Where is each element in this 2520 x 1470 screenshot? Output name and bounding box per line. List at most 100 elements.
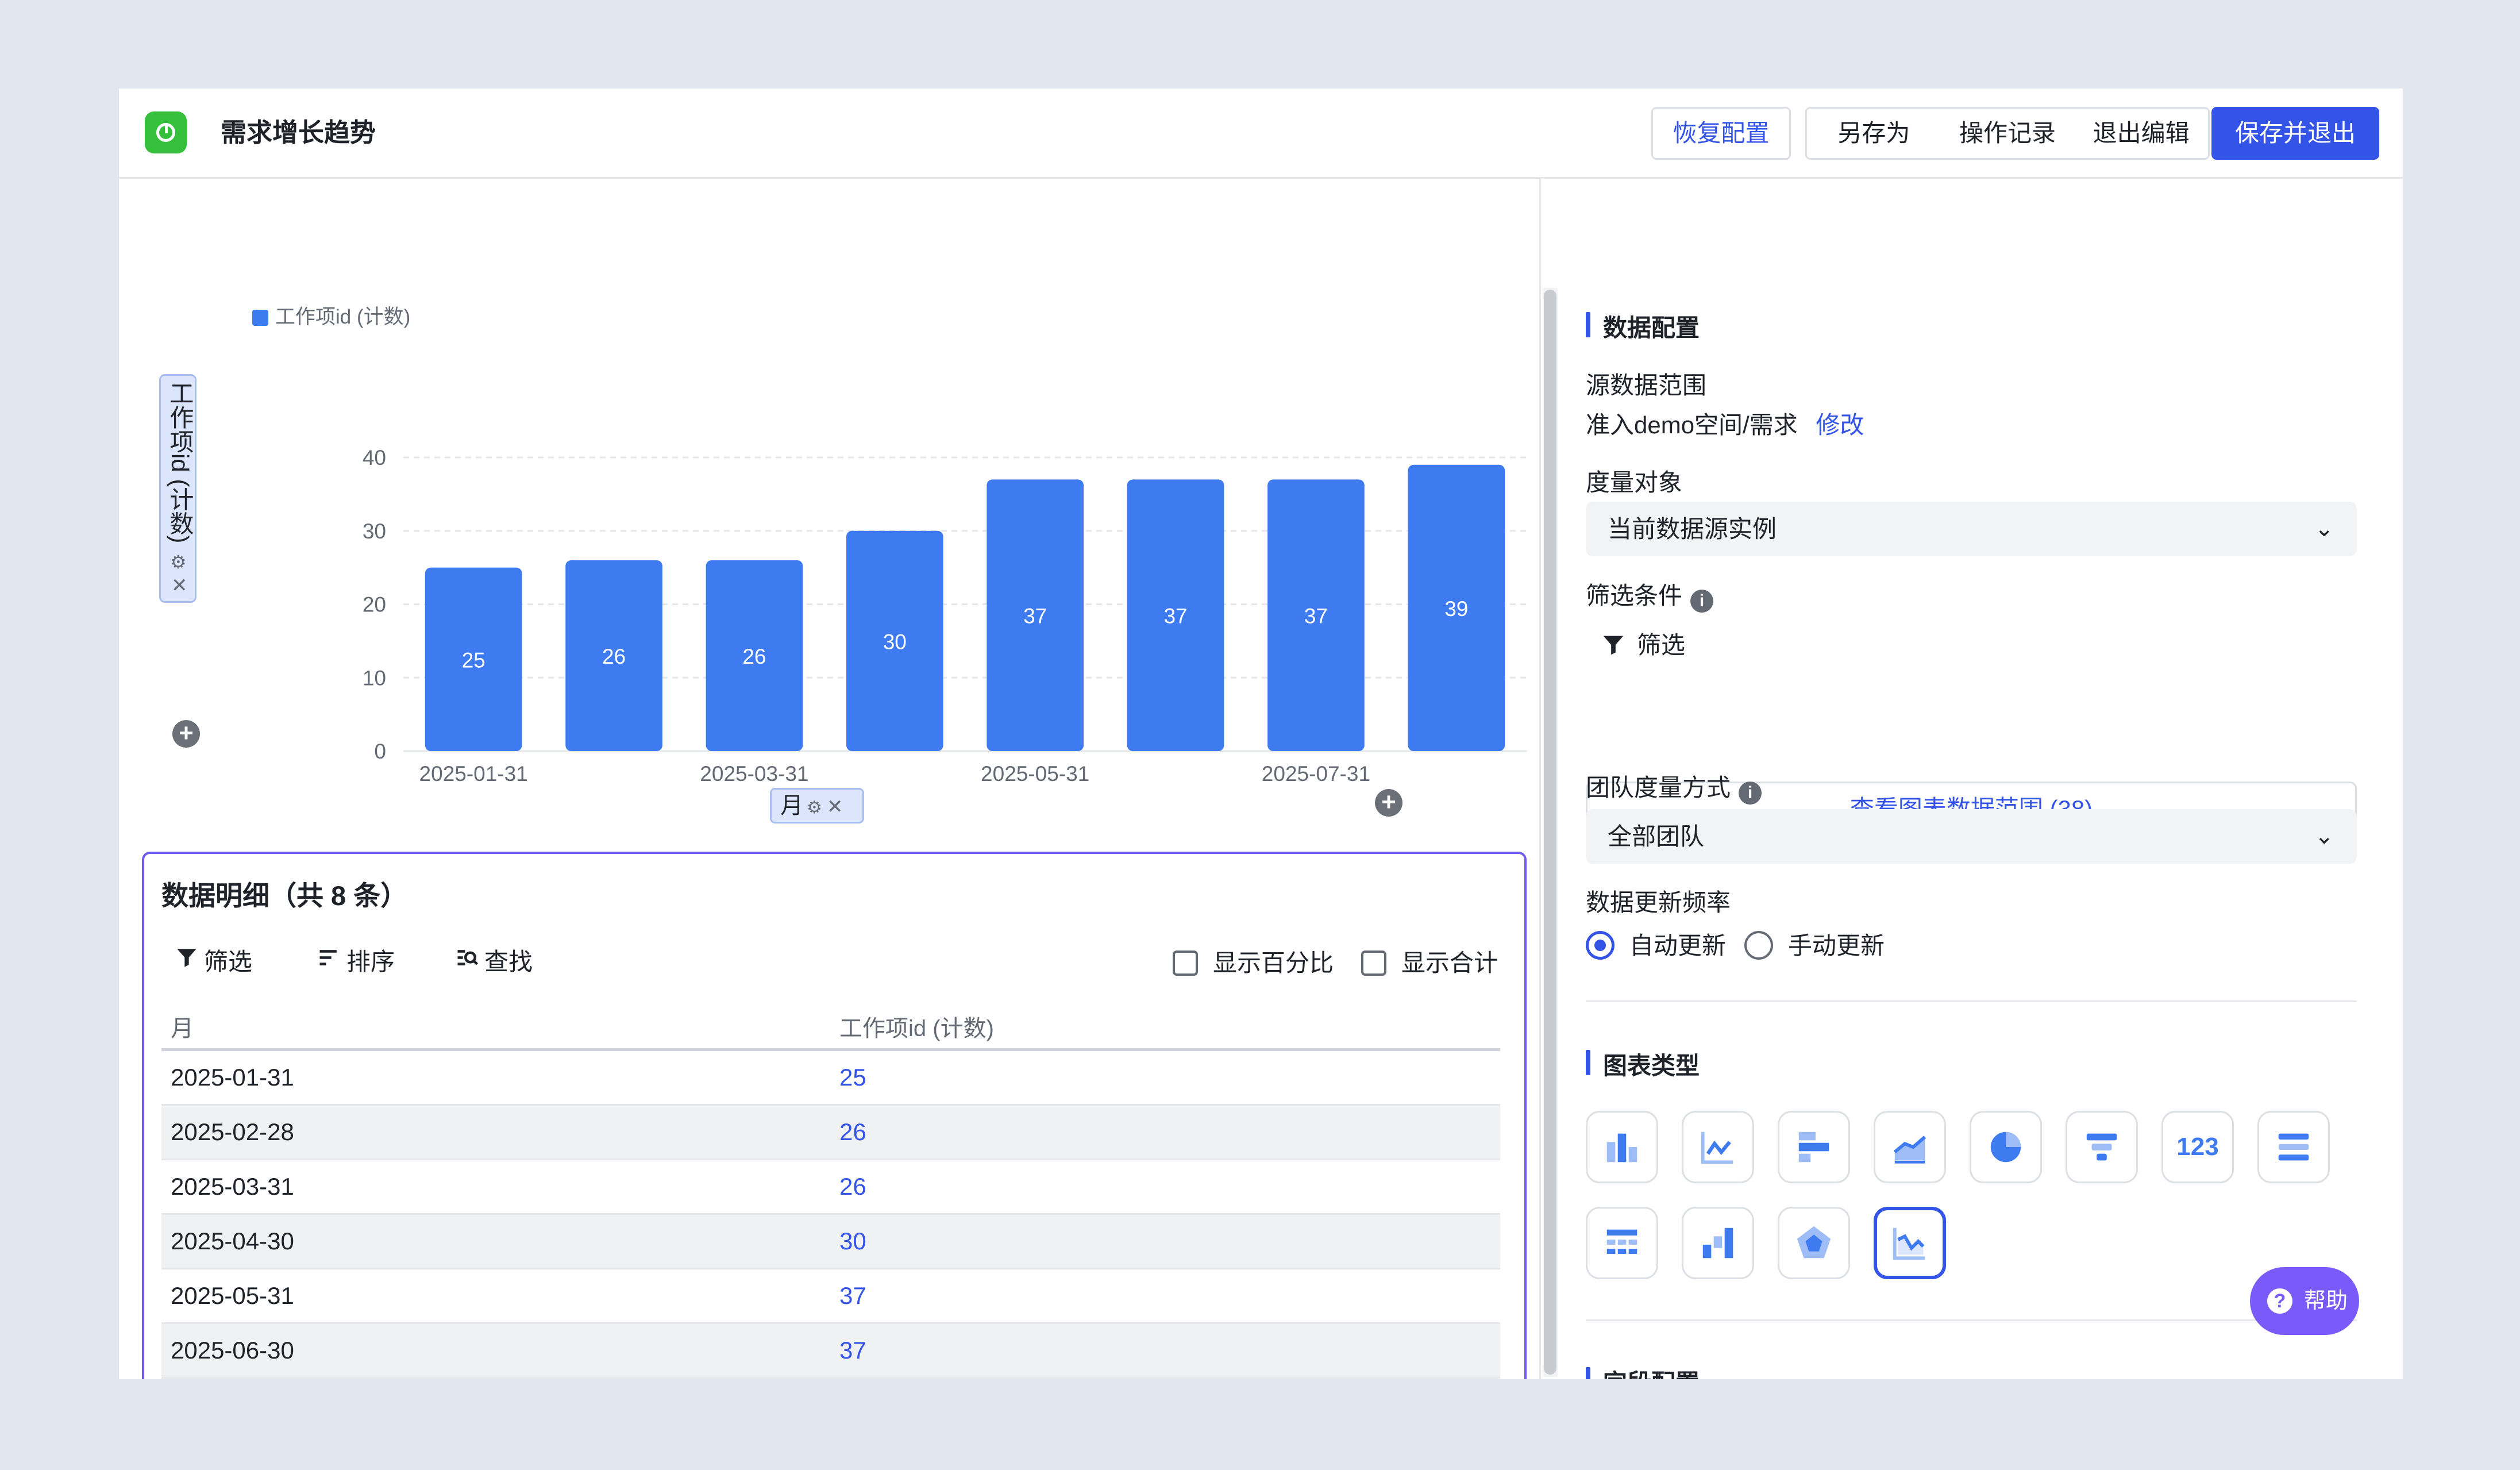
chevron-down-icon: ⌄ [2314, 823, 2334, 849]
detail-sort-button[interactable]: 排序 [317, 942, 395, 978]
chart-type-pie-icon[interactable] [1970, 1111, 2042, 1183]
y-tick-label: 20 [363, 593, 386, 617]
chart-type-line-icon[interactable] [1682, 1111, 1754, 1183]
chart-type-funnel-icon[interactable] [2066, 1111, 2138, 1183]
info-icon[interactable]: i [1690, 590, 1714, 613]
cell-count-link[interactable]: 30 [839, 1227, 866, 1255]
save-as-button[interactable]: 另存为 [1807, 109, 1941, 158]
action-button-group: 另存为 操作记录 退出编辑 [1805, 107, 2210, 160]
x-field-gear-icon[interactable]: ⚙ [807, 798, 822, 817]
cell-count-link[interactable]: 37 [839, 1337, 866, 1364]
help-question-icon: ? [2267, 1288, 2292, 1314]
chart-type-horizontal-bar-icon[interactable] [1778, 1111, 1850, 1183]
chart-type-number-icon[interactable]: 123 [2161, 1111, 2234, 1183]
restore-config-button[interactable]: 恢复配置 [1651, 107, 1791, 160]
bar-data-label: 25 [462, 648, 485, 672]
config-panel: 数据配置 源数据范围 准入demo空间/需求 修改 度量对象 当前数据源实例 ⌄… [1586, 179, 2403, 1379]
table-row: 2025-06-30 37 [161, 1324, 1500, 1379]
y-tick-label: 0 [374, 740, 386, 763]
metric-object-label: 度量对象 [1586, 469, 1683, 496]
detail-find-button[interactable]: 查找 [454, 942, 533, 978]
y-field-gear-icon[interactable]: ⚙ [170, 551, 187, 573]
bar-data-label: 26 [742, 645, 766, 668]
column-header-month[interactable]: 月 [171, 1010, 194, 1043]
exit-edit-button[interactable]: 退出编辑 [2074, 109, 2208, 158]
table-row: 2025-02-28 26 [161, 1106, 1500, 1160]
data-config-heading: 数据配置 [1586, 309, 1700, 344]
chart-panel: 工作项id (计数) 工作项id (计数) ⚙ ✕ 0 10 20 30 40 25 202… [119, 179, 1527, 1379]
radio-dot [1744, 931, 1773, 960]
filter-icon [1600, 632, 1637, 659]
y-tick-label: 10 [363, 666, 386, 690]
metric-object-value: 当前数据源实例 [1608, 515, 1777, 542]
save-and-exit-button[interactable]: 保存并退出 [2211, 107, 2379, 160]
column-header-count[interactable]: 工作项id (计数) [839, 1010, 994, 1043]
sort-icon [317, 945, 346, 976]
editor-window: 需求增长趋势 恢复配置 另存为 操作记录 退出编辑 保存并退出 工作项id (计… [119, 88, 2403, 1379]
bar-data-label: 37 [1304, 605, 1328, 628]
manual-update-radio[interactable]: 手动更新 [1744, 926, 1885, 961]
cell-count-link[interactable]: 25 [839, 1064, 866, 1091]
add-x-field-icon[interactable]: + [1375, 789, 1402, 817]
field-config-heading: 字段配置 [1586, 1364, 1700, 1379]
chart-legend[interactable]: 工作项id (计数) [252, 301, 410, 330]
chart-type-radar-icon[interactable] [1778, 1207, 1850, 1279]
source-range-value: 准入demo空间/需求 [1586, 411, 1798, 438]
chart-type-heading: 图表类型 [1586, 1046, 1700, 1082]
table-header: 月 工作项id (计数) [161, 996, 1500, 1051]
bar-data-label: 26 [602, 645, 626, 668]
help-button[interactable]: ? 帮助 [2250, 1267, 2359, 1335]
checkbox-box [1361, 951, 1386, 976]
y-tick-label: 30 [363, 519, 386, 543]
team-metric-label: 团队度量方式 i [1586, 768, 1762, 805]
auto-update-radio[interactable]: 自动更新 [1586, 926, 1726, 961]
section-divider [1586, 1319, 2357, 1321]
cell-month: 2025-03-31 [171, 1173, 294, 1200]
x-axis-field-pill[interactable]: 月 ⚙ ✕ [770, 788, 864, 823]
cell-count-link[interactable]: 26 [839, 1173, 866, 1200]
chart-type-number-label: 123 [2176, 1133, 2219, 1161]
chart-type-table-icon[interactable] [1586, 1207, 1658, 1279]
chart-type-list-icon[interactable] [2257, 1111, 2330, 1183]
find-icon [454, 945, 484, 976]
chart-type-waterfall-icon[interactable] [1682, 1207, 1754, 1279]
chart-type-area-icon[interactable] [1874, 1111, 1946, 1183]
chart-type-bar-icon[interactable] [1586, 1111, 1658, 1183]
show-total-checkbox[interactable]: 显示合计 [1361, 944, 1498, 979]
info-icon[interactable]: i [1739, 782, 1762, 805]
detail-filter-button[interactable]: 筛选 [174, 942, 252, 978]
table-row: 2025-03-31 26 [161, 1160, 1500, 1215]
chart-type-line-area-icon[interactable] [1874, 1207, 1946, 1279]
source-range-edit-link[interactable]: 修改 [1816, 411, 1864, 438]
metric-object-select[interactable]: 当前数据源实例 ⌄ [1586, 502, 2357, 556]
filter-condition-button[interactable]: 筛选 [1600, 626, 1685, 661]
legend-label: 工作项id (计数) [275, 306, 411, 328]
team-metric-value: 全部团队 [1608, 823, 1705, 850]
legend-swatch [252, 310, 268, 326]
table-body: 2025-01-31 25 2025-02-28 26 2025-03-31 26 2… [161, 1051, 1500, 1379]
chevron-down-icon: ⌄ [2314, 516, 2334, 541]
cell-count-link[interactable]: 37 [839, 1282, 866, 1310]
filter-condition-label: 筛选条件 i [1586, 576, 1714, 613]
bar-data-label: 37 [1023, 605, 1047, 628]
table-row: 2025-04-30 30 [161, 1215, 1500, 1269]
update-frequency-label: 数据更新频率 [1586, 889, 1731, 916]
section-divider [1586, 1000, 2357, 1002]
table-row: 2025-05-31 37 [161, 1269, 1500, 1324]
cell-month: 2025-02-28 [171, 1118, 294, 1145]
add-y-field-icon[interactable]: + [172, 720, 200, 748]
x-field-close-icon[interactable]: ✕ [827, 796, 843, 818]
cell-count-link[interactable]: 26 [839, 1118, 866, 1146]
source-range-label: 源数据范围 [1586, 372, 1707, 399]
y-field-close-icon[interactable]: ✕ [171, 574, 188, 597]
detail-title: 数据明细（共 8 条） [161, 880, 408, 911]
history-button[interactable]: 操作记录 [1941, 109, 2075, 158]
left-scrollbar-thumb[interactable] [1544, 290, 1556, 1375]
show-percent-checkbox[interactable]: 显示百分比 [1173, 944, 1334, 979]
cell-month: 2025-01-31 [171, 1064, 294, 1091]
team-metric-select[interactable]: 全部团队 ⌄ [1586, 809, 2357, 864]
y-axis-field-label: 工作项id (计数) [167, 381, 194, 544]
radio-dot [1586, 931, 1615, 960]
top-bar: 需求增长趋势 恢复配置 另存为 操作记录 退出编辑 保存并退出 [119, 88, 2403, 179]
cell-month: 2025-06-30 [171, 1337, 294, 1364]
